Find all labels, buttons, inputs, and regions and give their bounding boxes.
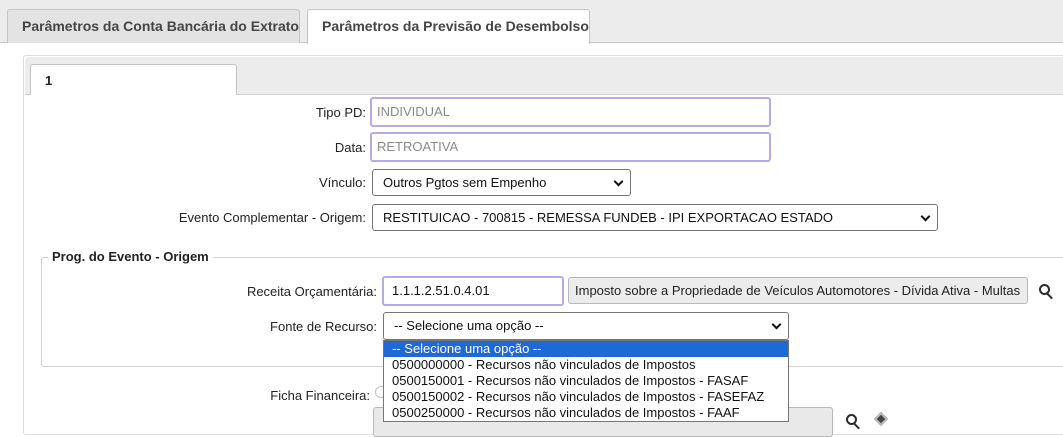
fonte-dropdown-list: -- Selecione uma opção -- 0500000000 - R…	[383, 340, 789, 422]
dropdown-option[interactable]: 0500000000 - Recursos não vinculados de …	[384, 357, 788, 373]
dropdown-option[interactable]: 0500150001 - Recursos não vinculados de …	[384, 373, 788, 389]
data-field[interactable]: RETROATIVA	[370, 132, 771, 162]
search-icon[interactable]	[846, 414, 862, 430]
receita-description[interactable]: Imposto sobre a Propriedade de Veículos …	[568, 277, 1028, 304]
fonte-select[interactable]: -- Selecione uma opção --	[383, 312, 789, 340]
tab-previsao-desembolso[interactable]: Parâmetros da Previsão de Desembolso	[307, 9, 590, 44]
vinculo-select[interactable]: Outros Pgtos sem Empenho	[372, 169, 631, 196]
evento-complementar-select[interactable]: RESTITUICAO - 700815 - REMESSA FUNDEB - …	[372, 204, 938, 231]
evento-complementar-label: Evento Complementar - Origem:	[178, 210, 366, 225]
dropdown-option[interactable]: -- Selecione uma opção --	[384, 341, 788, 357]
vinculo-label: Vínculo:	[319, 175, 366, 190]
prog-evento-legend: Prog. do Evento - Origem	[48, 249, 213, 264]
chevron-down-icon	[771, 319, 782, 330]
evento-complementar-selected: RESTITUICAO - 700815 - REMESSA FUNDEB - …	[383, 210, 834, 225]
receita-input[interactable]: 1.1.1.2.51.0.4.01	[382, 276, 564, 306]
vinculo-selected: Outros Pgtos sem Empenho	[383, 175, 547, 190]
receita-label: Receita Orçamentária:	[246, 284, 377, 299]
chevron-down-icon	[613, 176, 624, 187]
dropdown-option[interactable]: 0500250000 - Recursos não vinculados de …	[384, 405, 788, 421]
tab-1[interactable]: 1	[30, 64, 237, 95]
fonte-label: Fonte de Recurso:	[270, 319, 377, 334]
tipo-pd-label: Tipo PD:	[315, 105, 366, 120]
ficha-label: Ficha Financeira:	[270, 388, 370, 403]
dropdown-option[interactable]: 0500150002 - Recursos não vinculados de …	[384, 389, 788, 405]
tipo-pd-field[interactable]: INDIVIDUAL	[370, 97, 771, 127]
chevron-down-icon	[920, 211, 931, 222]
search-icon[interactable]	[1039, 284, 1055, 300]
fonte-selected: -- Selecione uma opção --	[394, 318, 544, 333]
data-label: Data:	[334, 140, 366, 155]
tab-conta-bancaria[interactable]: Parâmetros da Conta Bancária do Extrato	[7, 9, 300, 43]
